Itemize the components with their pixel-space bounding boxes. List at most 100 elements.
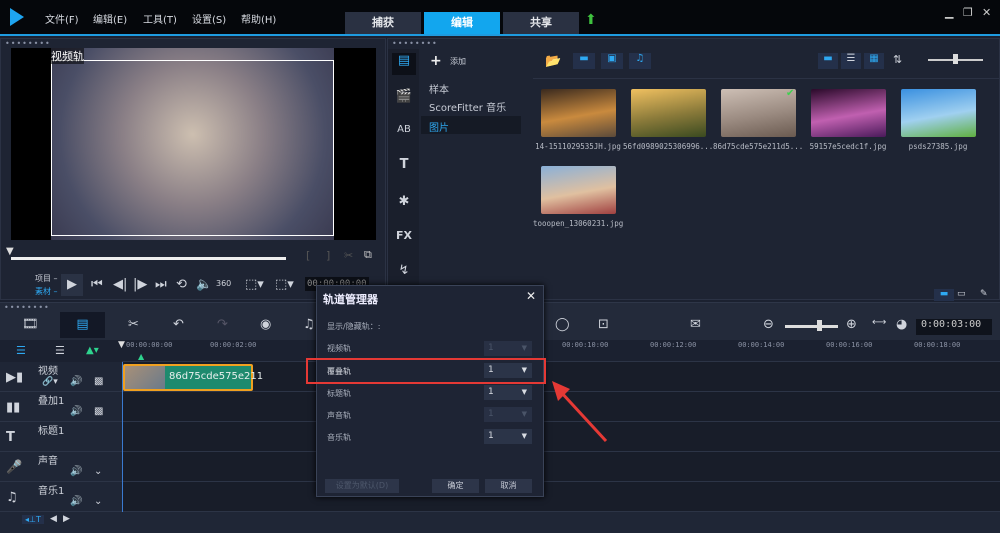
upload-arrow-icon[interactable]: ⬆ [585, 12, 597, 28]
instant-project-icon[interactable]: 🎬 [392, 89, 416, 104]
play-button[interactable]: ▶ [61, 274, 83, 296]
edit-layout-icon[interactable]: ✎ [980, 289, 988, 299]
view-thumbnail-icon[interactable]: ▬ [818, 53, 838, 69]
crop-icon[interactable]: ⬚▾ [275, 277, 294, 292]
subtitle-icon[interactable]: ✉ [690, 317, 701, 332]
drag-handle[interactable]: •••••••• [4, 303, 50, 312]
add-button[interactable]: 添加 [450, 56, 466, 67]
thumbnail-item[interactable]: 59157e5cedc1f.jpg [803, 85, 893, 160]
drag-handle[interactable]: •••••••• [5, 39, 51, 48]
category-scorefitter[interactable]: ScoreFitter 音乐 [429, 99, 506, 114]
preview-screen[interactable]: 视频轨 [11, 48, 376, 240]
voice-track[interactable] [122, 452, 1000, 482]
timeline-ruler[interactable]: ▼ 00:00:00:00 00:00:02:00 00:00:10:00 00… [118, 340, 1000, 362]
timeline-view-icon[interactable]: ▤ [60, 312, 105, 338]
selection-frame[interactable] [51, 60, 334, 236]
layout-1-icon[interactable]: ▬ [934, 289, 954, 301]
mute-icon[interactable]: 🔊 [70, 406, 82, 417]
project-mode[interactable]: 项目 – [35, 273, 58, 284]
chapter-marker-icon[interactable]: ▲ [138, 352, 144, 361]
mark-in-icon[interactable]: [ [306, 249, 310, 262]
transition-icon[interactable]: AB [392, 124, 416, 135]
path-icon[interactable]: ↯ [392, 263, 416, 278]
chapter-marker-icon[interactable]: ▲▾ [86, 345, 99, 356]
tools-icon[interactable]: ✂ [128, 317, 139, 332]
show-audio-toggle[interactable]: ♫ [629, 53, 651, 69]
track-manager-icon[interactable]: ☰ [16, 344, 26, 357]
link-icon[interactable]: 🔗▾ [42, 377, 58, 387]
expand-icon[interactable]: ⌄ [94, 496, 102, 507]
zoom-out-icon[interactable]: ⊖ [763, 317, 774, 332]
minimize-button[interactable]: ▁ [945, 6, 953, 19]
scroll-right-icon[interactable]: ▶ [63, 514, 70, 524]
undo-icon[interactable]: ↶ [173, 317, 184, 332]
video-clip[interactable]: 86d75cde575e211 [123, 364, 263, 391]
aspect-icon[interactable]: ⬚▾ [245, 277, 264, 292]
next-frame-icon[interactable]: |▶ [133, 277, 147, 292]
record-capture-icon[interactable]: ◉ [260, 317, 271, 332]
media-icon[interactable]: ▤ [392, 53, 416, 75]
add-track-icon[interactable]: ☰ [55, 344, 65, 357]
zoom-slider-handle[interactable] [817, 320, 822, 331]
view-grid-icon[interactable]: ▦ [864, 53, 884, 69]
repeat-icon[interactable]: ⟲ [176, 277, 187, 292]
scrubber-handle-icon[interactable]: ▼ [6, 246, 14, 257]
mute-icon[interactable]: 🔊 [70, 466, 82, 477]
thumbnail-item[interactable]: tooopen_13060231.jpg [533, 162, 623, 237]
scrub-bar[interactable] [11, 257, 286, 260]
clip-mode[interactable]: 素材 – [35, 286, 58, 297]
category-samples[interactable]: 样本 [429, 81, 449, 96]
start-icon[interactable]: ⏮ [91, 277, 103, 292]
zoom-slider[interactable] [785, 325, 838, 328]
music-track[interactable] [122, 482, 1000, 512]
ripple-icon[interactable]: ▩ [94, 376, 103, 387]
prev-frame-icon[interactable]: ◀| [113, 277, 127, 292]
thumbnail-item[interactable]: 56fd0989025306996... [623, 85, 713, 160]
import-folder-icon[interactable]: 📂 [545, 54, 561, 69]
tab-capture[interactable]: 捕获 [345, 12, 421, 34]
music-icon[interactable]: ♫ [303, 317, 315, 332]
menu-tools[interactable]: 工具(T) [143, 11, 177, 26]
scroll-left-icon[interactable]: ◀ [50, 514, 57, 524]
redo-icon[interactable]: ↷ [217, 317, 228, 332]
layout-2-icon[interactable]: ▭ [957, 289, 966, 299]
category-images[interactable]: 图片 [429, 119, 449, 134]
tab-edit[interactable]: 编辑 [424, 12, 500, 34]
title-track-count-select[interactable]: 1 ▼ [484, 385, 532, 400]
track-height-icon[interactable]: ◂⊥T [22, 515, 44, 524]
restore-button[interactable]: ❐ [963, 6, 973, 19]
thumbnail-item[interactable]: ✔ 86d75cde575e211d5... [713, 85, 803, 160]
menu-help[interactable]: 帮助(H) [241, 11, 276, 26]
storyboard-view-icon[interactable]: 🎞 [22, 317, 39, 332]
drag-handle[interactable]: •••••••• [392, 39, 438, 48]
music-track-count-select[interactable]: 1 ▼ [484, 429, 532, 444]
menu-file[interactable]: 文件(F) [45, 11, 79, 26]
zoom-in-icon[interactable]: ⊕ [846, 317, 857, 332]
title-icon[interactable]: T [392, 157, 416, 172]
mute-icon[interactable]: 🔊 [70, 496, 82, 507]
thumbnail-item[interactable]: 14-1511029535JH.jpg [533, 85, 623, 160]
graphics-icon[interactable]: ✱ [392, 194, 416, 209]
fit-project-icon[interactable]: ⟷ [872, 317, 886, 328]
menu-settings[interactable]: 设置(S) [192, 11, 226, 26]
thumb-size-handle[interactable] [953, 54, 958, 64]
mute-icon[interactable]: 🔊 [70, 376, 82, 387]
mask-icon[interactable]: ◯ [555, 317, 570, 332]
project-duration[interactable]: 0:00:03:00 [916, 319, 992, 335]
cancel-button[interactable]: 取消 [485, 479, 532, 493]
end-icon[interactable]: ⏭ [155, 277, 167, 292]
sort-icon[interactable]: ⇅ [893, 53, 902, 66]
pan-zoom-icon[interactable]: ⊡ [598, 317, 609, 332]
ripple-icon[interactable]: ▩ [94, 406, 103, 417]
menu-edit[interactable]: 编辑(E) [93, 11, 127, 26]
copy-icon[interactable]: ⧉ [364, 248, 372, 262]
close-icon[interactable]: ✕ [526, 289, 536, 303]
thumbnail-item[interactable]: psds27385.jpg [893, 85, 983, 160]
show-video-toggle[interactable]: ▬ [573, 53, 595, 69]
360-icon[interactable]: 360 [216, 279, 231, 288]
tab-share[interactable]: 共享 [503, 12, 579, 34]
fx-icon[interactable]: FX [392, 229, 416, 242]
mark-out-icon[interactable]: ] [326, 249, 330, 262]
playhead-icon[interactable]: ▼ [118, 340, 125, 350]
add-icon[interactable]: + [430, 53, 442, 69]
